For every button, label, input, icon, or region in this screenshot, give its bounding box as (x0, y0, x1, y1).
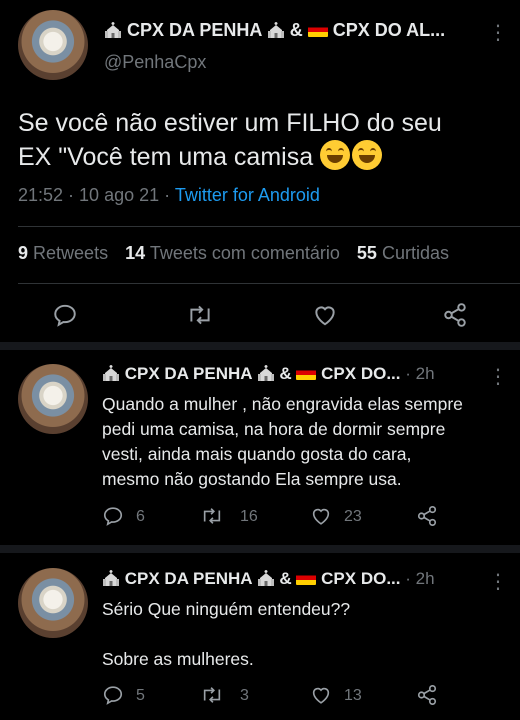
reply-time[interactable]: · 2h (405, 569, 434, 588)
display-name: CPX DA PENHA (124, 569, 252, 588)
share-icon[interactable] (442, 302, 468, 328)
retweet-icon[interactable] (186, 302, 214, 328)
reply-text: Quando a mulher , não engravida elas sem… (102, 392, 463, 492)
reply-text-line: vesti, ainda mais quando gosta do cara, (102, 444, 412, 464)
display-name: CPX DA PENHA (124, 364, 252, 383)
display-name-amp: & (289, 20, 303, 40)
display-name-amp: & (279, 569, 292, 588)
reply-count: 6 (136, 508, 145, 525)
church-icon (257, 569, 275, 592)
church-icon (102, 364, 120, 387)
reply-author-name[interactable]: CPX DA PENHA & CPX DO... · 2h (102, 364, 435, 387)
reply-text: Sério Que ninguém entendeu?? Sobre as mu… (102, 597, 350, 672)
reply-author-name[interactable]: CPX DA PENHA & CPX DO... · 2h (102, 569, 435, 592)
germany-flag-icon (296, 571, 317, 585)
author-handle[interactable]: @PenhaCpx (104, 52, 206, 73)
reply-text-line: Sobre as mulheres. (102, 649, 254, 669)
tweet-text-line: Se você não estiver um FILHO do seu (18, 109, 442, 137)
author-name[interactable]: CPX DA PENHA & CPX DO AL... (104, 20, 445, 44)
avatar[interactable] (18, 364, 88, 434)
likes-label: Curtidas (381, 243, 449, 263)
reply-count: 5 (136, 687, 145, 704)
section-divider (0, 545, 520, 553)
retweets-label: Retweets (33, 243, 109, 263)
reply-time[interactable]: · 2h (405, 364, 434, 383)
avatar[interactable] (18, 10, 88, 80)
more-options-icon[interactable]: ⋮ (488, 569, 508, 594)
church-icon (102, 569, 120, 592)
like-icon[interactable] (310, 684, 332, 706)
grinning-squinting-face-emoji (320, 140, 351, 170)
reply-text-line: Sério Que ninguém entendeu?? (102, 599, 351, 619)
display-name-2: CPX DO... (321, 364, 401, 383)
avatar[interactable] (18, 568, 88, 638)
tweet-text-line-2: EX "Você tem uma camisa (18, 140, 442, 174)
church-icon (104, 21, 122, 44)
reply-text-line: Quando a mulher , não engravida elas sem… (102, 394, 463, 414)
church-icon (267, 21, 285, 44)
likes-count: 55 (356, 243, 377, 263)
reply-text-line (102, 622, 350, 647)
display-name: CPX DA PENHA (127, 20, 262, 40)
germany-flag-icon (307, 23, 328, 37)
quotes-label: Tweets com comentário (149, 243, 340, 263)
share-icon[interactable] (416, 684, 438, 706)
retweet-count: 16 (240, 508, 258, 525)
reply-text-line: pedi uma camisa, na hora de dormir sempr… (102, 419, 446, 439)
tweet-time[interactable]: 21:52 · 10 ago 21 · (18, 185, 170, 205)
retweet-icon[interactable] (200, 505, 224, 527)
display-name-2: CPX DO... (321, 569, 401, 588)
section-divider (0, 342, 520, 350)
divider (18, 226, 520, 227)
share-icon[interactable] (416, 505, 438, 527)
quotes-count: 14 (125, 243, 146, 263)
tweet-timestamp: 21:52 · 10 ago 21 · Twitter for Android (18, 185, 320, 206)
tweet-stats: 9 Retweets 14 Tweets com comentário 55 C… (18, 243, 449, 264)
more-options-icon[interactable]: ⋮ (488, 364, 508, 389)
grinning-squinting-face-emoji (352, 140, 383, 170)
more-options-icon[interactable]: ⋮ (488, 20, 508, 45)
like-icon[interactable] (312, 302, 338, 328)
tweet-text-line-2-text: EX "Você tem uma camisa (18, 143, 314, 171)
like-count: 13 (344, 687, 362, 704)
reply-icon[interactable] (52, 302, 78, 328)
church-icon (257, 364, 275, 387)
tweet-source-link[interactable]: Twitter for Android (175, 185, 320, 205)
retweet-count: 3 (240, 687, 249, 704)
like-icon[interactable] (310, 505, 332, 527)
retweet-icon[interactable] (200, 684, 224, 706)
reply-action-bar: 5 3 13 (102, 684, 502, 710)
like-count: 23 (344, 508, 362, 525)
germany-flag-icon (296, 366, 317, 380)
tweet-text: Se você não estiver um FILHO do seu EX "… (18, 106, 442, 174)
divider (18, 283, 520, 284)
likes-stat[interactable]: 55 Curtidas (357, 243, 449, 263)
retweets-count: 9 (18, 243, 29, 263)
quotes-stat[interactable]: 14 Tweets com comentário (125, 243, 340, 263)
reply-text-line: mesmo não gostando Ela sempre usa. (102, 469, 402, 489)
reply-icon[interactable] (102, 684, 124, 706)
reply-icon[interactable] (102, 505, 124, 527)
retweets-stat[interactable]: 9 Retweets (18, 243, 108, 263)
reply-action-bar: 6 16 23 (102, 505, 502, 531)
display-name-2: CPX DO AL... (332, 20, 446, 40)
display-name-amp: & (279, 364, 292, 383)
